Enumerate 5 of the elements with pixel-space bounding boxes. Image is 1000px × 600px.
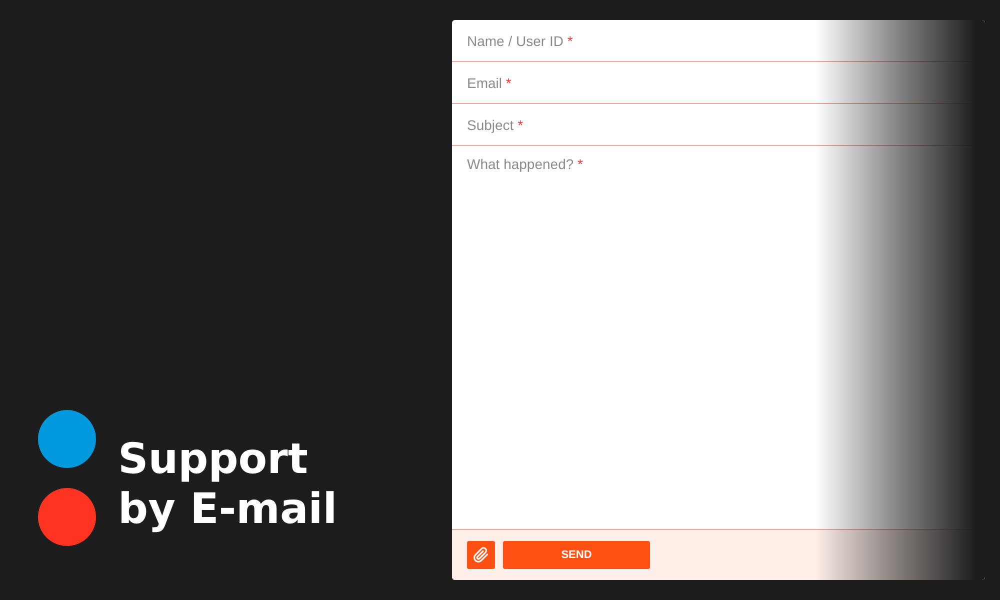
page-title: Support: [118, 434, 309, 484]
attach-button[interactable]: [467, 541, 495, 569]
paperclip-icon: [473, 547, 489, 563]
page-title: by E-mail: [118, 484, 338, 534]
send-button[interactable]: SEND: [503, 541, 650, 569]
